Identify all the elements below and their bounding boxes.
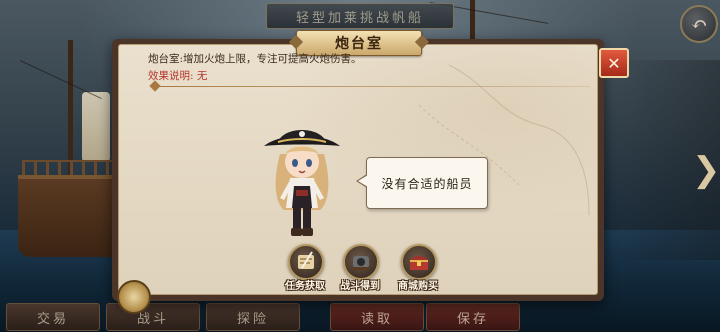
treasure-chest-icon	[401, 244, 437, 280]
close-icon: ✕	[607, 53, 621, 73]
ship-rope	[19, 60, 102, 99]
cannon-icon	[343, 244, 379, 280]
action-label: 商城购买	[398, 281, 438, 292]
scroll-quill-icon	[288, 244, 324, 280]
get-from-quest-button[interactable]: 任务获取	[280, 244, 330, 292]
back-arrow-icon: ↶	[690, 12, 708, 36]
buy-in-shop-button[interactable]: 商城购买	[393, 244, 443, 292]
back-button[interactable]: ↶	[680, 5, 718, 43]
ship-mast	[68, 40, 73, 180]
speech-bubble-tail-fill	[358, 175, 368, 187]
effect-description: 效果说明: 无	[148, 70, 208, 82]
pirate-girl-character	[264, 130, 340, 236]
room-description: 炮台室:增加火炮上限，专注可提高火炮伤害。	[148, 53, 362, 65]
close-button[interactable]: ✕	[599, 48, 629, 78]
ship-sail	[82, 92, 110, 162]
action-label: 任务获取	[285, 281, 325, 292]
tab-explore[interactable]: 探险	[206, 303, 300, 331]
action-label: 战斗得到	[340, 281, 380, 292]
speech-bubble: 没有合适的船员	[366, 157, 488, 209]
tab-load[interactable]: 读取	[330, 303, 424, 331]
tab-save[interactable]: 保存	[426, 303, 520, 331]
compass-icon	[117, 280, 151, 314]
tab-trade[interactable]: 交易	[6, 303, 100, 331]
get-from-battle-button[interactable]: 战斗得到	[335, 244, 385, 292]
next-arrow-icon[interactable]: ❯	[692, 150, 720, 190]
ship-title: 轻型加莱挑战帆船	[266, 3, 454, 29]
ship-mast	[470, 0, 475, 40]
divider	[150, 86, 590, 87]
